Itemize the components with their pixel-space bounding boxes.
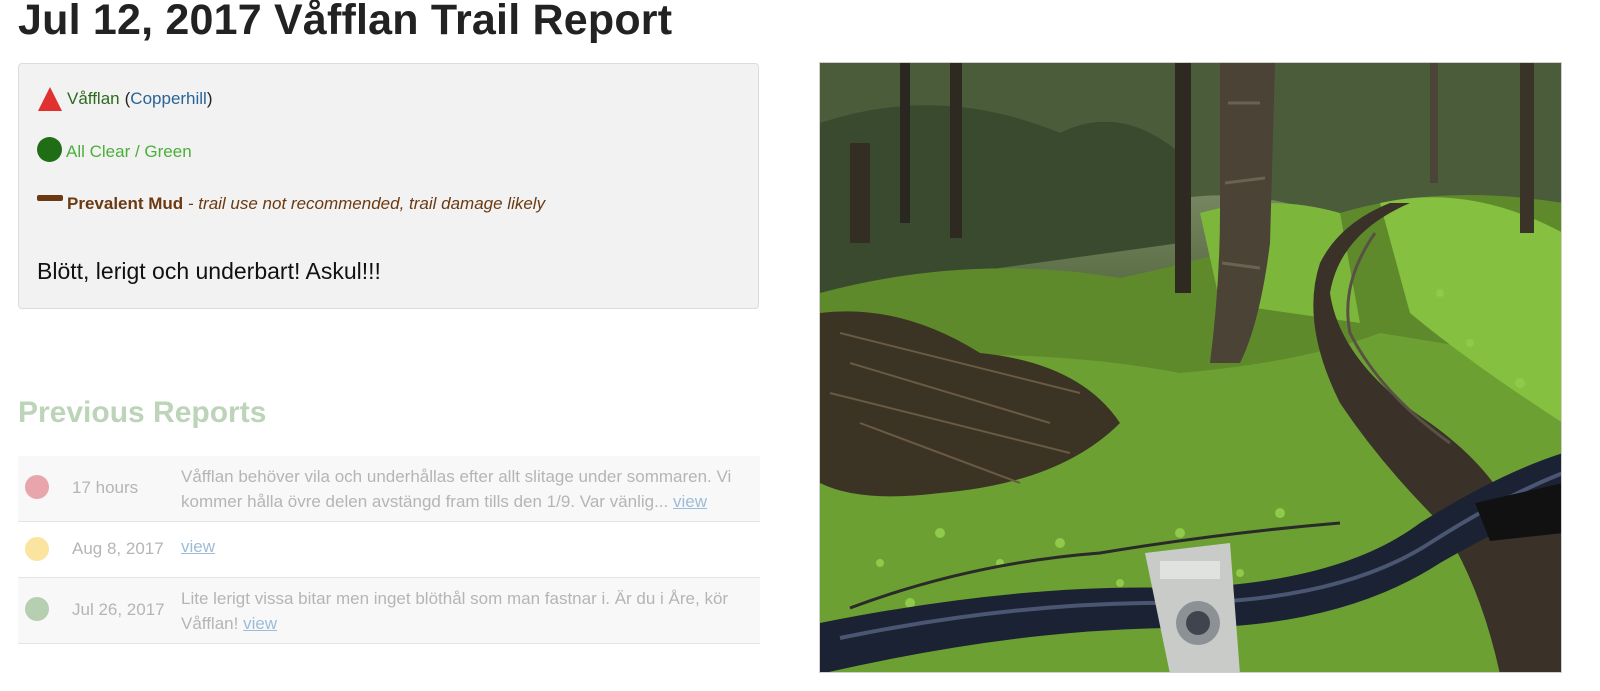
trail-name: Våfflan [67, 89, 120, 108]
report-date: Aug 8, 2017 [72, 539, 164, 558]
previous-reports-heading: Previous Reports [18, 396, 267, 429]
report-summary: Lite lerigt vissa bitar men inget blöthå… [181, 586, 757, 636]
status-dot-icon [25, 537, 49, 561]
current-report-panel: Våfflan (Copperhill) All Clear / Green P… [18, 63, 759, 309]
report-date: 17 hours [72, 478, 139, 497]
report-summary-text: Våfflan behöver vila och underhållas eft… [181, 467, 732, 511]
difficulty-triangle-icon [37, 86, 63, 112]
report-summary: view [181, 537, 757, 557]
trail-row: Våfflan (Copperhill) [37, 86, 213, 112]
status-dot-icon [25, 597, 49, 621]
mud-condition-icon [37, 195, 63, 201]
trail-photo [819, 62, 1562, 673]
report-date: Jul 26, 2017 [72, 600, 165, 619]
view-link[interactable]: view [673, 492, 707, 511]
condition-label: Prevalent Mud [67, 194, 184, 213]
forest-trail-illustration [820, 63, 1561, 672]
report-summary: Våfflan behöver vila och underhållas eft… [181, 464, 757, 514]
previous-report-row: Jul 26, 2017 Lite lerigt vissa bitar men… [18, 578, 760, 644]
page-title: Jul 12, 2017 Våfflan Trail Report [18, 0, 673, 44]
report-comment: Blött, lerigt och underbart! Askul!!! [37, 258, 381, 284]
status-row: All Clear / Green [37, 136, 192, 162]
view-link[interactable]: view [243, 614, 277, 633]
condition-description: - trail use not recommended, trail damag… [183, 194, 546, 213]
previous-report-row: Aug 8, 2017 view [18, 522, 760, 578]
condition-row: Prevalent Mud - trail use not recommende… [37, 190, 545, 214]
previous-reports-list: 17 hours Våfflan behöver vila och underh… [18, 456, 760, 644]
status-dot-icon [25, 475, 49, 499]
status-label: All Clear / Green [66, 142, 192, 161]
previous-report-row: 17 hours Våfflan behöver vila och underh… [18, 456, 760, 522]
location-paren-close: ) [206, 89, 213, 108]
status-circle-icon [37, 136, 62, 162]
view-link[interactable]: view [181, 537, 215, 556]
location-link[interactable]: Copperhill [130, 89, 207, 109]
